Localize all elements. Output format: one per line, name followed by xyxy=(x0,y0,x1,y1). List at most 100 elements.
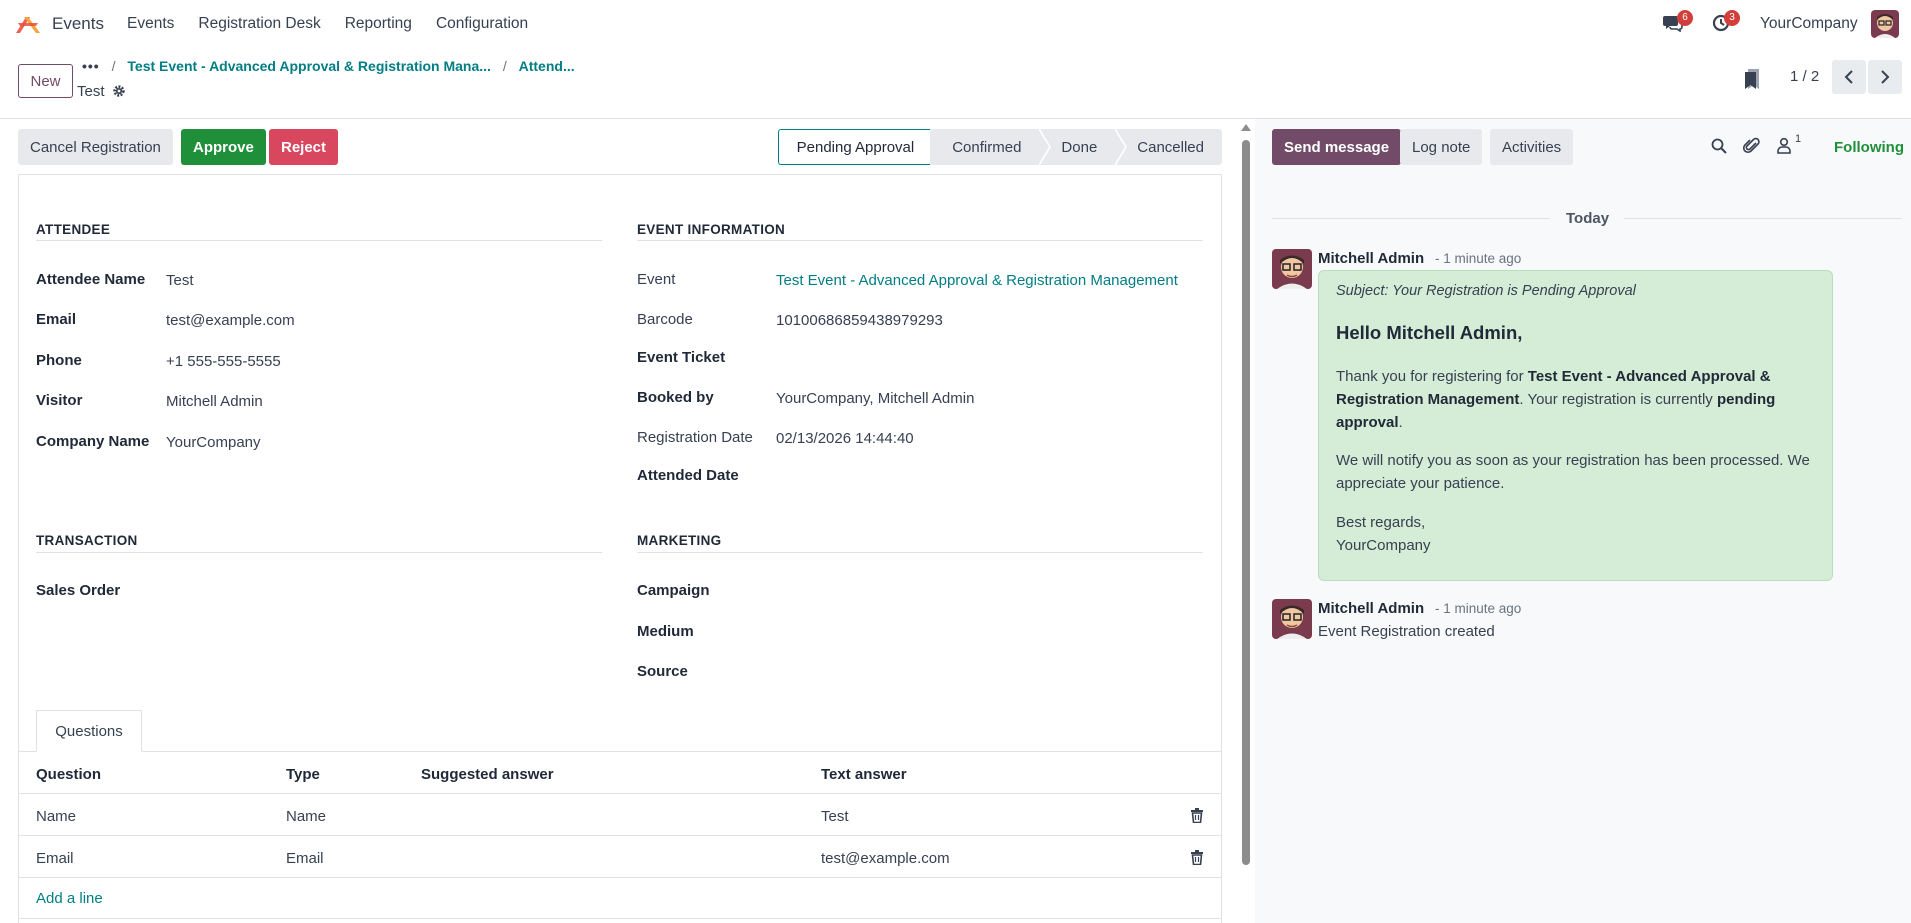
barcode-label: Barcode xyxy=(637,311,693,328)
source-label: Source xyxy=(637,663,688,680)
attendee-name-label: Attendee Name xyxy=(36,271,146,288)
reject-button[interactable]: Reject xyxy=(269,129,339,165)
followers-person-icon[interactable] xyxy=(1776,137,1794,155)
message-author[interactable]: Mitchell Admin xyxy=(1318,600,1424,617)
table-cell-text-answer[interactable]: test@example.com xyxy=(821,850,950,867)
search-icon[interactable] xyxy=(1710,137,1728,155)
email-paragraph: Thank you for registering for Test Event… xyxy=(1336,368,1776,431)
scroll-up-arrow-icon[interactable] xyxy=(1241,124,1251,131)
message-body: Event Registration created xyxy=(1318,623,1495,640)
message-author-avatar[interactable] xyxy=(1272,249,1312,289)
column-header-question[interactable]: Question xyxy=(36,766,101,783)
phone-field[interactable]: +1 555-555-5555 xyxy=(166,353,281,370)
form-statusbar: Cancel Registration Approve Reject Pendi… xyxy=(18,129,1222,165)
top-navbar: Events Events Registration Desk Reportin… xyxy=(0,0,1911,48)
table-cell-question[interactable]: Name xyxy=(36,808,76,825)
column-header-suggested-answer[interactable]: Suggested answer xyxy=(421,766,554,783)
stage-label: Done xyxy=(1061,138,1098,156)
email-paragraph: We will notify you as soon as your regis… xyxy=(1336,452,1810,492)
booked-by-label: Booked by xyxy=(637,389,714,406)
booked-by-field[interactable]: YourCompany, Mitchell Admin xyxy=(776,390,974,407)
email-field[interactable]: test@example.com xyxy=(166,312,295,329)
visitor-label: Visitor xyxy=(36,392,83,409)
stage-pending-approval[interactable]: Pending Approval xyxy=(777,129,931,165)
message-author-avatar[interactable] xyxy=(1272,599,1312,639)
pager-previous-button[interactable] xyxy=(1832,60,1866,94)
breadcrumb-separator: / xyxy=(111,58,116,74)
table-row-divider xyxy=(18,877,1222,878)
paperclip-icon[interactable] xyxy=(1743,137,1761,155)
send-message-button[interactable]: Send message xyxy=(1272,129,1402,165)
menu-reporting[interactable]: Reporting xyxy=(345,15,412,33)
medium-label: Medium xyxy=(637,623,694,640)
attended-date-label: Attended Date xyxy=(637,467,739,484)
trash-icon[interactable] xyxy=(1190,808,1204,823)
table-cell-type[interactable]: Email xyxy=(286,850,324,867)
activities-systray[interactable]: 3 xyxy=(1712,10,1740,34)
chevron-left-icon xyxy=(1844,70,1853,84)
breadcrumb-attendees[interactable]: Attend... xyxy=(519,58,575,74)
breadcrumb-more[interactable]: ••• xyxy=(82,58,100,74)
email-subject: Subject: Your Registration is Pending Ap… xyxy=(1336,283,1636,299)
author-avatar-icon xyxy=(1272,599,1312,639)
log-note-button[interactable]: Log note xyxy=(1400,129,1483,165)
phone-label: Phone xyxy=(36,352,82,369)
chevron-right-icon xyxy=(1881,70,1890,84)
menu-configuration[interactable]: Configuration xyxy=(436,15,528,33)
pager-value[interactable]: 1 / 2 xyxy=(1790,68,1819,85)
campaign-label: Campaign xyxy=(637,582,710,599)
tab-questions[interactable]: Questions xyxy=(36,710,142,752)
following-toggle[interactable]: Following xyxy=(1834,139,1904,156)
section-divider xyxy=(36,240,602,241)
bookmark-icon[interactable] xyxy=(1744,68,1760,90)
registration-date-field: 02/13/2026 14:44:40 xyxy=(776,430,914,447)
stage-confirmed[interactable]: Confirmed xyxy=(930,129,1040,165)
app-name[interactable]: Events xyxy=(52,14,104,34)
table-cell-type[interactable]: Name xyxy=(286,808,326,825)
visitor-field[interactable]: Mitchell Admin xyxy=(166,393,263,410)
pager-next-button[interactable] xyxy=(1868,60,1902,94)
stage-done[interactable]: Done xyxy=(1051,129,1116,165)
message-timestamp: - 1 minute ago xyxy=(1435,601,1522,616)
stage-label: Confirmed xyxy=(952,138,1022,156)
trash-icon[interactable] xyxy=(1190,850,1204,865)
sales-order-label: Sales Order xyxy=(36,582,121,599)
breadcrumb: ••• / Test Event - Advanced Approval & R… xyxy=(82,58,575,74)
approve-button[interactable]: Approve xyxy=(181,129,266,165)
gear-icon[interactable] xyxy=(112,84,126,98)
email-label: Email xyxy=(36,311,77,328)
date-divider-today: Today xyxy=(1566,210,1610,227)
company-name-field[interactable]: YourCompany xyxy=(166,434,261,451)
company-name-label: Company Name xyxy=(36,433,150,450)
stage-cancelled[interactable]: Cancelled xyxy=(1127,129,1222,165)
events-app-logo-icon[interactable] xyxy=(14,13,42,35)
activities-button[interactable]: Activities xyxy=(1490,129,1574,165)
stage-arrow-icon xyxy=(1039,129,1052,165)
column-header-text-answer[interactable]: Text answer xyxy=(821,766,907,783)
menu-registration-desk[interactable]: Registration Desk xyxy=(198,15,320,33)
messages-badge: 6 xyxy=(1677,10,1693,26)
table-cell-text-answer[interactable]: Test xyxy=(821,808,849,825)
breadcrumb-event[interactable]: Test Event - Advanced Approval & Registr… xyxy=(127,58,491,74)
messages-systray[interactable]: 6 xyxy=(1663,10,1693,34)
company-switcher[interactable]: YourCompany xyxy=(1760,15,1858,33)
email-greeting: Hello Mitchell Admin, xyxy=(1336,322,1523,343)
new-button[interactable]: New xyxy=(18,64,73,98)
message-author[interactable]: Mitchell Admin xyxy=(1318,250,1424,267)
cancel-registration-button[interactable]: Cancel Registration xyxy=(18,129,173,165)
event-field-link[interactable]: Test Event - Advanced Approval & Registr… xyxy=(776,272,1178,289)
date-divider-line xyxy=(1272,218,1550,219)
table-cell-question[interactable]: Email xyxy=(36,850,74,867)
scrollbar-thumb[interactable] xyxy=(1242,140,1250,865)
breadcrumb-separator: / xyxy=(502,58,507,74)
user-avatar[interactable] xyxy=(1871,10,1899,38)
transaction-section-title: TRANSACTION xyxy=(36,533,138,548)
record-name: Test xyxy=(77,83,105,100)
menu-events[interactable]: Events xyxy=(127,15,174,33)
column-header-type[interactable]: Type xyxy=(286,766,320,783)
section-divider xyxy=(637,240,1203,241)
add-a-line-link[interactable]: Add a line xyxy=(36,890,103,907)
activities-badge: 3 xyxy=(1724,10,1740,26)
followers-count: 1 xyxy=(1795,133,1802,145)
attendee-name-field[interactable]: Test xyxy=(166,272,194,289)
